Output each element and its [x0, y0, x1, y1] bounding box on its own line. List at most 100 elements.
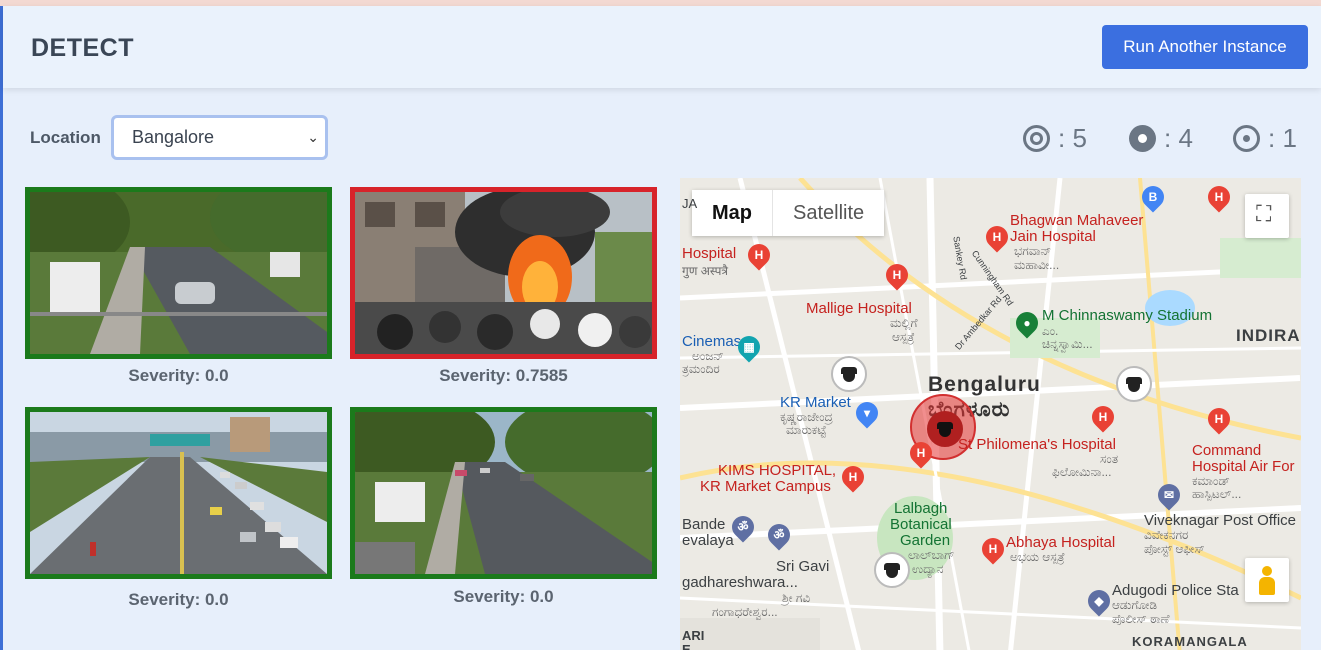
camera-feed-1[interactable]: [25, 187, 332, 359]
header-bar: DETECT Run Another Instance: [3, 6, 1321, 88]
map-label-abhaya: Abhaya Hospital: [1006, 534, 1116, 551]
map-label-koramangala: KORAMANGALA: [1132, 634, 1248, 649]
map-label-bhagwan-2: Jain Hospital: [1010, 228, 1096, 245]
map-label-e: E: [682, 642, 691, 650]
map-label-adugodi-kn-2: ಪೊಲೀಸ್ ಠಾಣೆ: [1112, 612, 1170, 626]
hospital-pin-icon: H: [743, 239, 775, 271]
map-label-bhagwan: Bhagwan Mahaveer: [1010, 212, 1144, 229]
map-label-command: Command: [1192, 442, 1262, 459]
map-type-tabs: Map Satellite: [692, 190, 885, 236]
map-label-mallige-kn: ಮಲ್ಲಿಗೆ: [890, 316, 918, 330]
location-select[interactable]: Bangalore ⌄: [111, 115, 328, 160]
map-label-gadhareshwara: gadhareshwara...: [682, 574, 798, 591]
camera-marker-icon[interactable]: [874, 552, 910, 588]
count-idle: : 1: [1233, 118, 1297, 158]
page-title: DETECT: [31, 34, 134, 62]
map-label-viveknagar-kn: ವಿವೇಕನಗರ: [1144, 528, 1189, 542]
status-counts: : 5 : 4 : 1: [1023, 118, 1313, 158]
location-select-value: Bangalore: [132, 127, 215, 147]
map-label-command-2: Hospital Air For: [1192, 458, 1295, 475]
map-label-cinemas-kn-2: ತ್ರಮಂದಿರ: [682, 362, 720, 376]
fire-scene-image: [355, 192, 652, 354]
camera-marker-icon[interactable]: [831, 356, 867, 392]
hospital-pin-icon: H: [837, 461, 869, 493]
map-label-viveknagar: Viveknagar Post Office: [1144, 512, 1297, 529]
chevron-down-icon: ⌄: [307, 129, 319, 145]
map-label-abhaya-kn: ಅಭಯ ಆಸ್ಪತ್ರೆ: [1010, 550, 1065, 564]
market-pin-icon: ▾: [851, 397, 883, 429]
map-label-krmarket: KR Market: [780, 394, 851, 411]
map-label-kims-2: KR Market Campus: [700, 478, 831, 495]
camera-marker-icon[interactable]: [1116, 366, 1152, 402]
location-label: Location: [30, 128, 101, 147]
police-pin-icon: ◆: [1083, 585, 1115, 617]
feed-1-severity: Severity: 0.0: [128, 366, 229, 385]
fullscreen-icon[interactable]: [1245, 194, 1289, 238]
street-view-pegman-icon[interactable]: [1245, 558, 1289, 602]
map-label-srigavi-kn-2: ಗಂಗಾಧರೇಶ್ವರ...: [712, 605, 778, 619]
map-label-ari: ARI: [682, 628, 705, 643]
feed-4-severity: Severity: 0.0: [453, 587, 554, 606]
post-office-pin-icon: ✉: [1153, 479, 1185, 511]
highway-scene-image: [30, 412, 327, 574]
count-critical: : 5: [1023, 118, 1087, 158]
map-label-command-kn-2: ಹಾಸ್ಪಿಟಲ್...: [1192, 487, 1242, 501]
count-idle-value: : 1: [1268, 122, 1297, 153]
cinema-pin-icon: ▦: [733, 331, 765, 363]
map-label-bhagwan-kn: ಭಗವಾನ್: [1014, 244, 1052, 258]
map-label-lalbagh: Lalbagh: [894, 500, 948, 517]
map-label-lalbagh-3: Garden: [900, 532, 951, 549]
camera-feed-2[interactable]: [350, 187, 657, 359]
map-label-adugodi: Adugodi Police Sta: [1112, 582, 1239, 599]
map-label-philomena-kn-2: ಫಿಲೋಮಿನಾ...: [1052, 465, 1112, 479]
temple-pin-icon: ॐ: [763, 519, 795, 551]
street-scene-image: [355, 412, 652, 574]
dot-ring-icon: [1233, 124, 1260, 152]
tab-map[interactable]: Map: [692, 190, 773, 236]
map-label-srigavi-kn: ಶ್ರೀ ಗವಿ: [782, 591, 811, 605]
camera-feed-3[interactable]: [25, 407, 332, 579]
map-label-chinnaswamy: M Chinnaswamy Stadium: [1042, 307, 1213, 324]
map-label-lalbagh-2: Botanical: [890, 516, 952, 533]
map-label-mallige: Mallige Hospital: [806, 300, 912, 317]
map-label-chinnaswamy-kn-2: ಚಿನ್ನಸ್ವಾಮಿ...: [1042, 337, 1093, 351]
feed-3-severity: Severity: 0.0: [128, 590, 229, 609]
filled-ring-icon: [1129, 124, 1156, 152]
map-label-mallige-kn-2: ಆಸ್ಪತ್ರೆ: [892, 330, 915, 344]
map-label-adugodi-kn: ಆಡುಗೋಡಿ: [1112, 598, 1158, 612]
map-label-bhagwan-kn-2: ಮಹಾವೀ...: [1014, 258, 1060, 272]
map-label-srigavi: Sri Gavi: [776, 558, 830, 575]
camera-feed-4[interactable]: [350, 407, 657, 579]
stadium-pin-icon: ●: [1011, 307, 1043, 339]
map-panel[interactable]: Map Satellite JA H Bhagwan Mahaveer Jain…: [680, 178, 1301, 650]
hospital-pin-icon: H: [1087, 401, 1119, 433]
run-another-instance-button[interactable]: Run Another Instance: [1102, 25, 1308, 69]
map-label-philomena: St Philomena's Hospital: [958, 436, 1116, 453]
map-label-hospital: Hospital: [682, 245, 737, 262]
double-ring-icon: [1023, 124, 1050, 152]
hospital-pin-icon: H: [1203, 181, 1235, 213]
road-scene-image: [30, 192, 327, 354]
count-active: : 4: [1129, 118, 1193, 158]
tab-satellite[interactable]: Satellite: [773, 190, 885, 236]
map-label-ja: JA: [682, 196, 698, 211]
map-label-kims: KIMS HOSPITAL,: [718, 462, 837, 479]
transit-pin-icon: B: [1137, 181, 1169, 213]
temple-pin-icon: ॐ: [727, 511, 759, 543]
map-label-hospital-kn: गुण अस्पत्रै: [682, 264, 729, 278]
feed-2-severity: Severity: 0.7585: [439, 366, 568, 385]
hospital-pin-icon: H: [1203, 403, 1235, 435]
hospital-pin-icon: H: [905, 437, 937, 469]
hospital-pin-icon: H: [881, 259, 913, 291]
hospital-pin-icon: H: [977, 533, 1009, 565]
map-label-cinemas: Cinemas: [682, 333, 742, 350]
count-critical-value: : 5: [1058, 122, 1087, 153]
map-label-indira: INDIRA: [1236, 326, 1301, 345]
hospital-pin-icon: H: [981, 221, 1013, 253]
map-label-lalbagh-kn: ಲಾಲ್‌ಬಾಗ್: [908, 548, 955, 562]
map-label-viveknagar-kn-2: ಪೋಸ್ಟ್ ಆಫೀಸ್: [1144, 542, 1205, 556]
map-label-bande: Bande: [682, 516, 726, 533]
count-active-value: : 4: [1164, 122, 1193, 153]
map-label-bande-2: evalaya: [682, 532, 734, 549]
detect-page: DETECT Run Another Instance Location Ban…: [0, 6, 1321, 650]
